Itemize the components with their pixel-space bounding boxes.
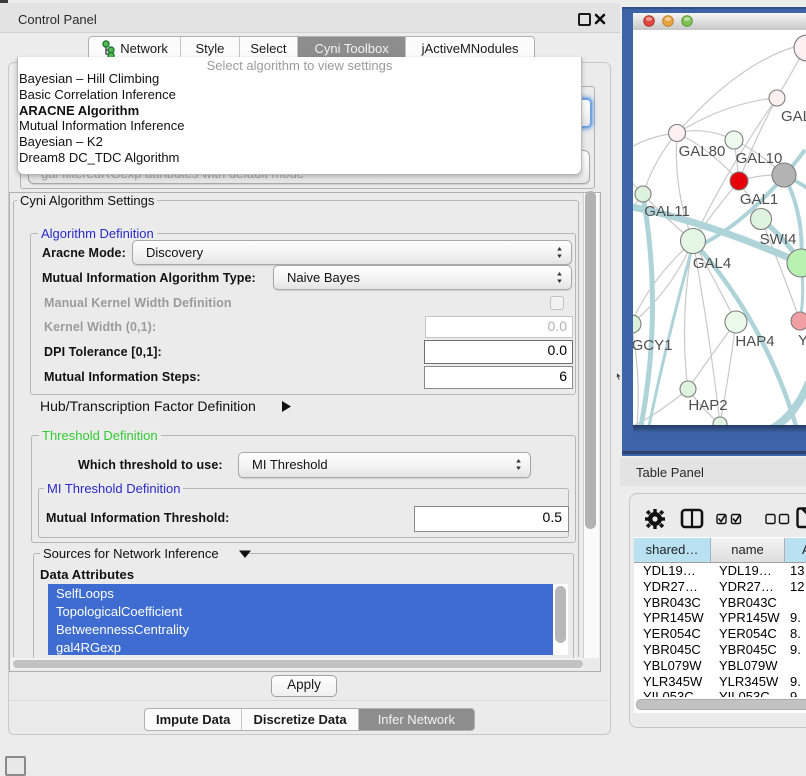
svg-text:GAL7: GAL7 (781, 108, 806, 125)
svg-text:GAL10: GAL10 (736, 150, 783, 167)
svg-text:YE: YE (798, 332, 806, 349)
svg-text:GAL4: GAL4 (693, 255, 731, 272)
svg-text:GAL11: GAL11 (644, 203, 690, 220)
svg-text:HAP4: HAP4 (735, 333, 774, 350)
svg-text:HAP2: HAP2 (688, 397, 727, 414)
svg-text:SWI4: SWI4 (760, 231, 797, 248)
svg-text:GAL1: GAL1 (740, 191, 778, 208)
svg-text:GAL80: GAL80 (679, 143, 726, 160)
svg-text:GCY1: GCY1 (633, 337, 672, 354)
